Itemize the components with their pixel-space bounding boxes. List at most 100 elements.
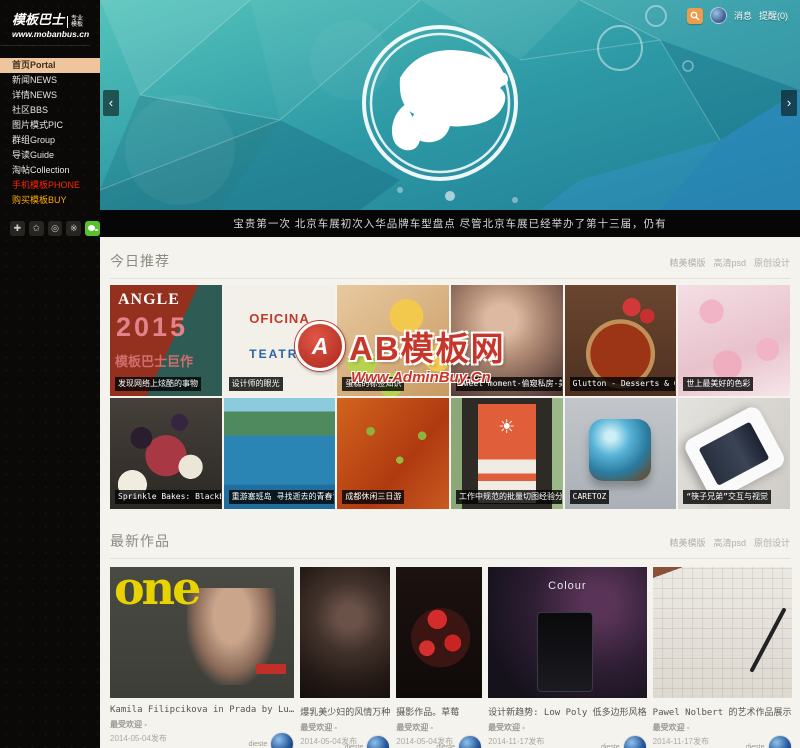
search-button[interactable] <box>687 8 703 24</box>
latest-category: 最受欢迎 - <box>488 722 647 733</box>
today-card[interactable]: CARETOZ <box>565 398 677 509</box>
latest-card[interactable]: Colour设计新趋势: Low Poly 低多边形风格最受欢迎 -2014-1… <box>488 567 647 748</box>
sidebar-item-phone[interactable]: 手机模板PHONE <box>0 178 100 193</box>
search-icon <box>690 11 700 21</box>
latest-title[interactable]: 摄影作品。草莓 <box>396 705 482 718</box>
sidebar: 模板巴士 专业 模板 www.mobanbus.cn 首页Portal新闻NEW… <box>0 0 100 748</box>
sidebar-menu: 首页Portal新闻NEWS详情NEWS社区BBS图片模式PIC群组Group导… <box>0 58 100 208</box>
latest-thumb[interactable]: Colour <box>488 567 647 698</box>
avatar <box>623 735 647 748</box>
section-link[interactable]: 高清psd <box>713 538 746 548</box>
latest-grid: one Kamila Filipcikova in Prada by Lu… 最受欢… <box>110 567 790 748</box>
card-caption: 蛋糕的标签知识 <box>342 377 404 391</box>
latest-category: 最受欢迎 - <box>396 722 482 733</box>
today-card[interactable]: 重游塞班岛 寻找逝去的青春记忆 <box>224 398 336 509</box>
latest-author[interactable]: dieste <box>601 735 647 748</box>
avatar <box>458 735 482 748</box>
latest-thumb[interactable] <box>396 567 482 698</box>
author-name: dieste <box>345 744 364 748</box>
section-link[interactable]: 精美模版 <box>669 538 705 548</box>
thumb-text: 2015 <box>116 312 188 343</box>
footprint-icon[interactable]: ※ <box>66 221 81 236</box>
sidebar-item-bbs[interactable]: 社区BBS <box>0 103 100 118</box>
section-header-latest: 最新作品 精美模版高清psd 原创设计 <box>110 531 790 559</box>
latest-title[interactable]: 爆乳美少妇的风情万种 <box>300 705 390 718</box>
sidebar-item-collection[interactable]: 淘帖Collection <box>0 163 100 178</box>
latest-thumb[interactable]: one <box>110 567 294 698</box>
camera-icon[interactable]: ◎ <box>48 221 63 236</box>
hero-banner[interactable] <box>100 0 800 210</box>
sidebar-item-group[interactable]: 群组Group <box>0 133 100 148</box>
add-icon[interactable]: ✚ <box>10 221 25 236</box>
card-caption: 发现网络上炫酷的事物 <box>115 377 201 391</box>
user-avatar[interactable] <box>710 7 727 24</box>
notice-link[interactable]: 提醒(0) <box>759 9 788 22</box>
latest-thumb[interactable] <box>300 567 390 698</box>
latest-card[interactable]: Pawel Nolbert 的艺术作品展示最受欢迎 -2014-11-17发布2… <box>653 567 792 748</box>
site-logo[interactable]: 模板巴士 专业 模板 www.mobanbus.cn <box>0 0 90 46</box>
section-link[interactable]: 原创设计 <box>754 258 790 268</box>
carousel-next-icon[interactable]: › <box>781 90 797 116</box>
thumb-text: Colour <box>488 580 647 592</box>
latest-title[interactable]: Kamila Filipcikova in Prada by Lu… <box>110 705 294 715</box>
today-card[interactable]: 世上最美好的色彩 <box>678 285 790 396</box>
today-card[interactable]: 蛋糕的标签知识 <box>337 285 449 396</box>
today-card[interactable]: Glutton - Desserts & Cakes <box>565 285 677 396</box>
section-link[interactable]: 原创设计 <box>754 538 790 548</box>
card-caption: “筷子兄弟”交互与视觉 <box>683 490 771 504</box>
wechat-icon[interactable] <box>85 221 100 236</box>
section-title-latest: 最新作品 <box>110 531 170 551</box>
avatar <box>366 735 390 748</box>
avatar <box>270 732 294 748</box>
main-content: 今日推荐 精美模版高清psd原创设计 ANGLE2015模板巴士巨作发现网络上炫… <box>100 237 800 748</box>
section-header-today: 今日推荐 精美模版高清psd原创设计 <box>110 237 790 279</box>
sidebar-item-detail[interactable]: 详情NEWS <box>0 88 100 103</box>
card-caption: CARETOZ <box>570 490 610 504</box>
card-caption: 工作中规范的批量切图经验分享 <box>456 490 562 504</box>
card-caption: 世上最美好的色彩 <box>683 377 753 391</box>
today-card[interactable]: Sprinkle Bakes: Blackberry <box>110 398 222 509</box>
latest-author[interactable]: dieste <box>746 735 792 748</box>
latest-card[interactable]: 摄影作品。草莓最受欢迎 -2014-05-04发布35 人气 / 0 评论 / … <box>396 567 482 748</box>
today-card[interactable]: Sweet moment-偷窥私房-美女私 <box>451 285 563 396</box>
topbar: 消息 提醒(0) <box>687 7 788 24</box>
star-icon[interactable]: ✩ <box>29 221 44 236</box>
author-name: dieste <box>249 741 268 748</box>
sidebar-item-guide[interactable]: 导读Guide <box>0 148 100 163</box>
latest-meta: 最受欢迎 -2014-05-04发布45 人气 / 0 评论 / 0 热度die… <box>300 722 390 748</box>
latest-card[interactable]: 爆乳美少妇的风情万种最受欢迎 -2014-05-04发布45 人气 / 0 评论… <box>300 567 390 748</box>
card-caption: Glutton - Desserts & Cakes <box>570 377 676 391</box>
card-caption: 设计师的眼光 <box>229 377 283 391</box>
avatar <box>768 735 792 748</box>
news-ticker[interactable]: 宝贵第一次 北京车展初次入华品牌车型盘点 尽管北京车展已经举办了第十三届，仍有 <box>100 210 800 237</box>
logo-title: 模板巴士 <box>12 9 64 28</box>
section-links-latest: 精美模版高清psd 原创设计 <box>661 533 790 551</box>
card-caption: Sweet moment-偷窥私房-美女私 <box>456 377 562 391</box>
banner-art <box>100 0 800 210</box>
carousel-prev-icon[interactable]: ‹ <box>103 90 119 116</box>
latest-title[interactable]: Pawel Nolbert 的艺术作品展示 <box>653 705 792 718</box>
today-card[interactable]: “筷子兄弟”交互与视觉 <box>678 398 790 509</box>
today-card[interactable]: ☀工作中规范的批量切图经验分享 <box>451 398 563 509</box>
sidebar-item-pic[interactable]: 图片模式PIC <box>0 118 100 133</box>
latest-author[interactable]: dieste <box>345 735 391 748</box>
today-card[interactable]: 成都休闲三日游 <box>337 398 449 509</box>
logo-badge: 专业 模板 <box>67 16 83 28</box>
today-card[interactable]: ANGLE2015模板巴士巨作发现网络上炫酷的事物 <box>110 285 222 396</box>
sidebar-item-news[interactable]: 新闻NEWS <box>0 73 100 88</box>
latest-card[interactable]: one Kamila Filipcikova in Prada by Lu… 最受欢… <box>110 567 294 748</box>
section-link[interactable]: 高清psd <box>713 258 746 268</box>
messages-link[interactable]: 消息 <box>734 9 752 22</box>
sidebar-item-portal[interactable]: 首页Portal <box>0 58 100 73</box>
latest-meta: 最受欢迎 -2014-05-04发布42 人气 / 0 评论 / 0 热度die… <box>110 719 294 748</box>
latest-author[interactable]: dieste <box>436 735 482 748</box>
sidebar-item-buy[interactable]: 购买模板BUY <box>0 193 100 208</box>
latest-category: 最受欢迎 - <box>653 722 792 733</box>
today-card[interactable]: OFICINATEATRO设计师的眼光 <box>224 285 336 396</box>
section-link[interactable]: 精美模版 <box>669 258 705 268</box>
latest-author[interactable]: dieste <box>249 732 295 748</box>
latest-title[interactable]: 设计新趋势: Low Poly 低多边形风格 <box>488 705 647 718</box>
latest-category: 最受欢迎 - <box>110 719 294 730</box>
latest-thumb[interactable] <box>653 567 792 698</box>
author-name: dieste <box>601 744 620 748</box>
